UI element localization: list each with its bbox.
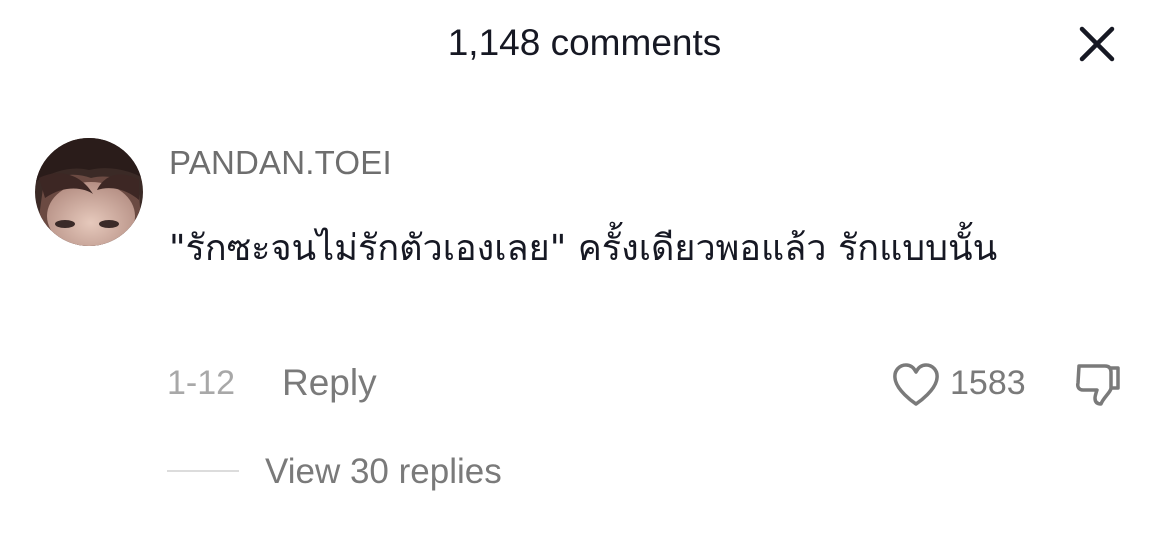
reply-button[interactable]: Reply (282, 362, 377, 404)
dislike-button[interactable] (1073, 362, 1123, 408)
comment-date: 1-12 (167, 364, 236, 402)
view-replies-button[interactable]: View 30 replies (265, 452, 502, 492)
thumbs-down-icon (1076, 364, 1120, 406)
like-button[interactable] (891, 362, 941, 408)
comment-text: "รักซะจนไม่รักตัวเองเลย" ครั้งเดียวพอแล้… (169, 228, 998, 269)
comment-username[interactable]: PANDAN.TOEI (169, 144, 392, 182)
avatar[interactable] (35, 138, 143, 246)
comments-count-title: 1,148 comments (447, 22, 722, 63)
heart-outline-icon (893, 363, 939, 406)
close-icon (1079, 26, 1115, 62)
like-count: 1583 (950, 364, 1026, 402)
replies-divider (167, 470, 239, 472)
close-button[interactable] (1073, 20, 1121, 68)
